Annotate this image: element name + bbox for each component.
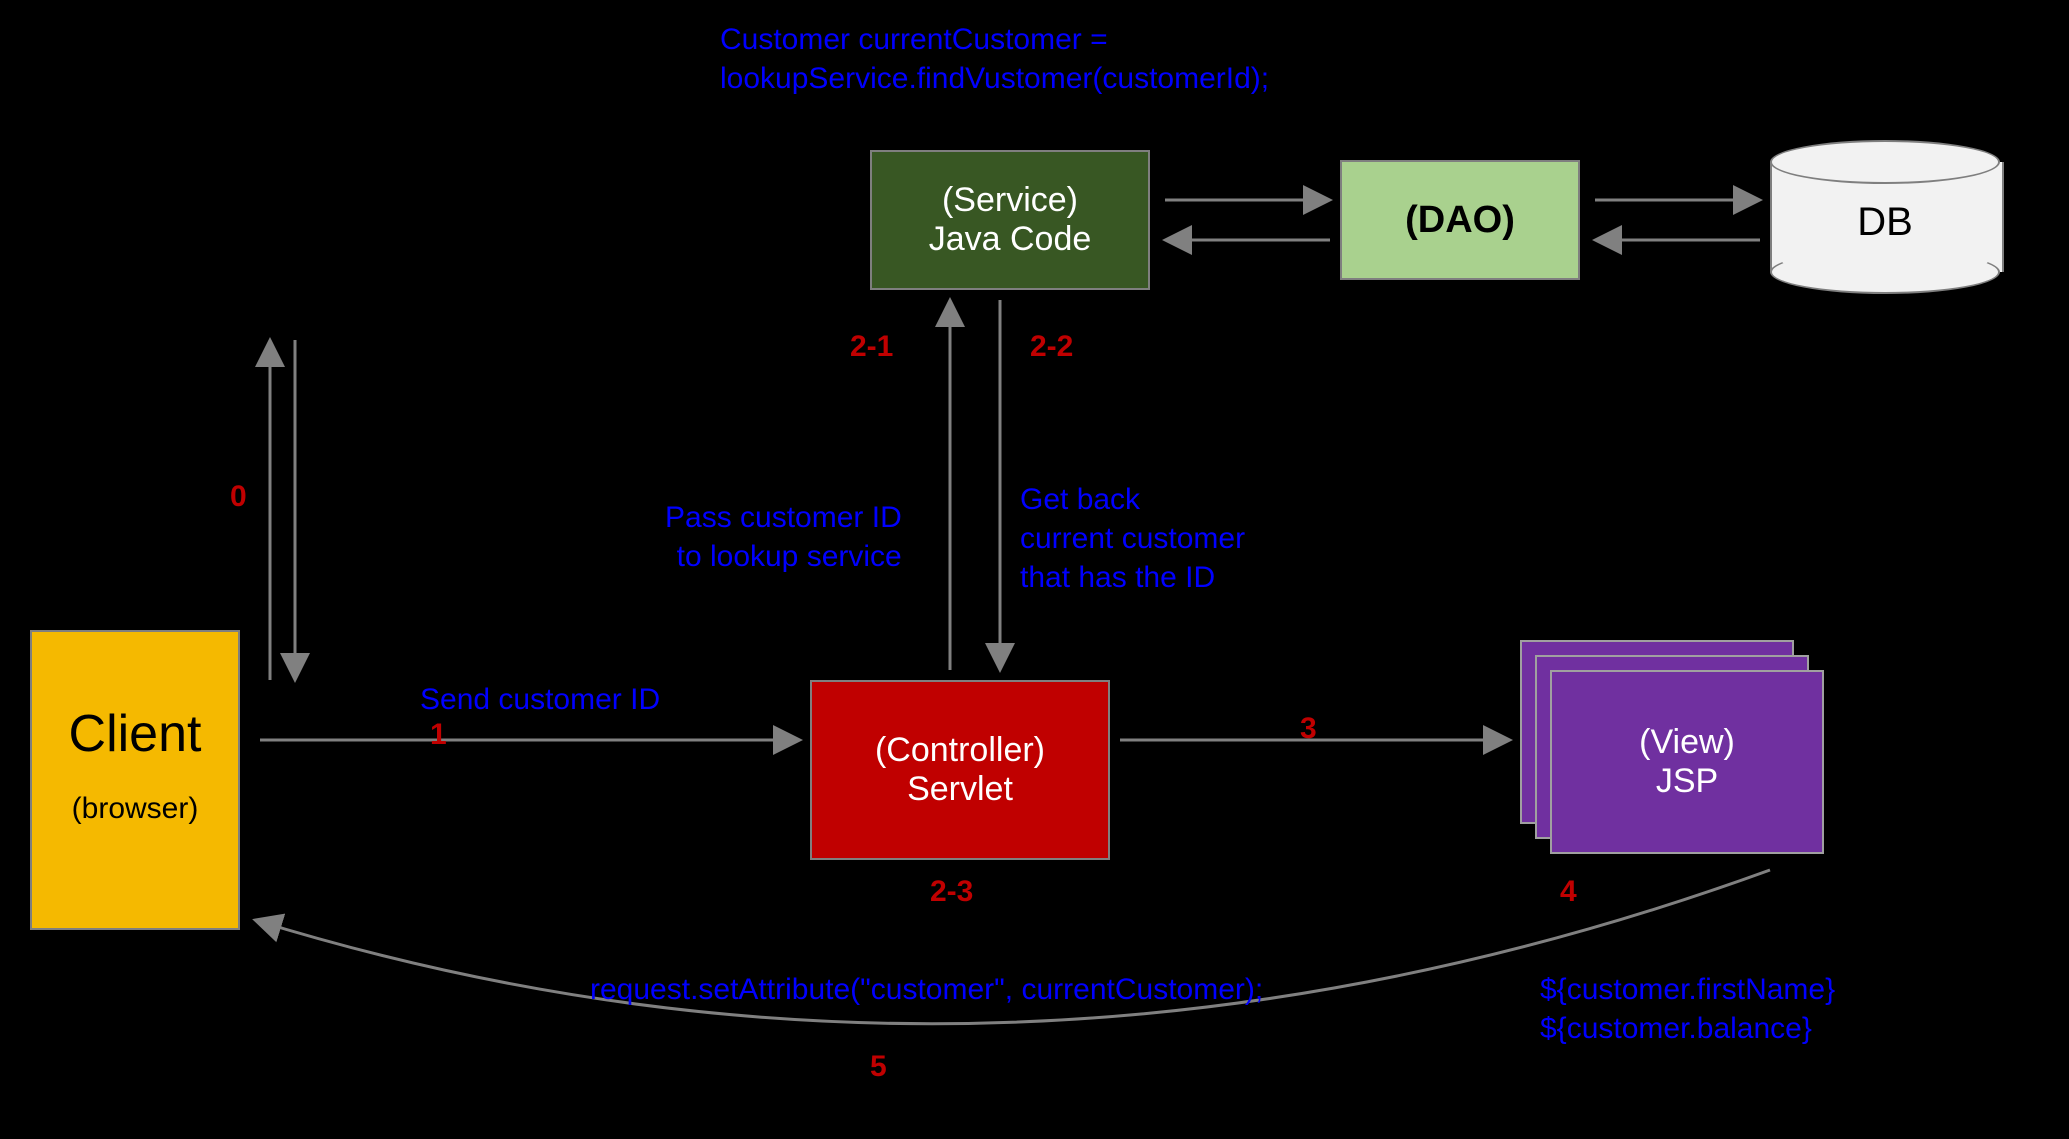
- client-title: Client: [69, 704, 202, 764]
- controller-sub: Servlet: [907, 770, 1013, 809]
- step-1: 1: [430, 718, 447, 752]
- code-pass: Pass customer ID to lookup service: [665, 498, 902, 576]
- step-2-1: 2-1: [850, 330, 893, 364]
- step-2-2: 2-2: [1030, 330, 1073, 364]
- controller-title: (Controller): [875, 731, 1045, 770]
- node-client: Client (browser): [30, 630, 240, 930]
- step-2-3: 2-3: [930, 875, 973, 909]
- view-title: (View): [1639, 723, 1735, 762]
- code-getback: Get back current customer that has the I…: [1020, 480, 1245, 597]
- db-title: DB: [1770, 200, 2000, 245]
- view-card-front: (View) JSP: [1550, 670, 1824, 854]
- node-view-stack: (View) JSP: [1520, 640, 1820, 840]
- code-top: Customer currentCustomer = lookupService…: [720, 20, 1269, 98]
- node-db: DB: [1770, 140, 2000, 290]
- view-sub: JSP: [1656, 762, 1718, 801]
- step-4: 4: [1560, 875, 1577, 909]
- dao-title: (DAO): [1405, 199, 1515, 242]
- node-dao: (DAO): [1340, 160, 1580, 280]
- code-setattr: request.setAttribute("customer", current…: [590, 970, 1263, 1009]
- step-3: 3: [1300, 712, 1317, 746]
- code-send: Send customer ID: [420, 680, 660, 719]
- node-controller: (Controller) Servlet: [810, 680, 1110, 860]
- service-title: (Service): [942, 181, 1078, 220]
- service-sub: Java Code: [929, 220, 1092, 259]
- step-5: 5: [870, 1050, 887, 1084]
- client-sub: (browser): [72, 792, 199, 826]
- code-jsp: ${customer.firstName} ${customer.balance…: [1540, 970, 1835, 1048]
- node-service: (Service) Java Code: [870, 150, 1150, 290]
- step-0: 0: [230, 480, 247, 514]
